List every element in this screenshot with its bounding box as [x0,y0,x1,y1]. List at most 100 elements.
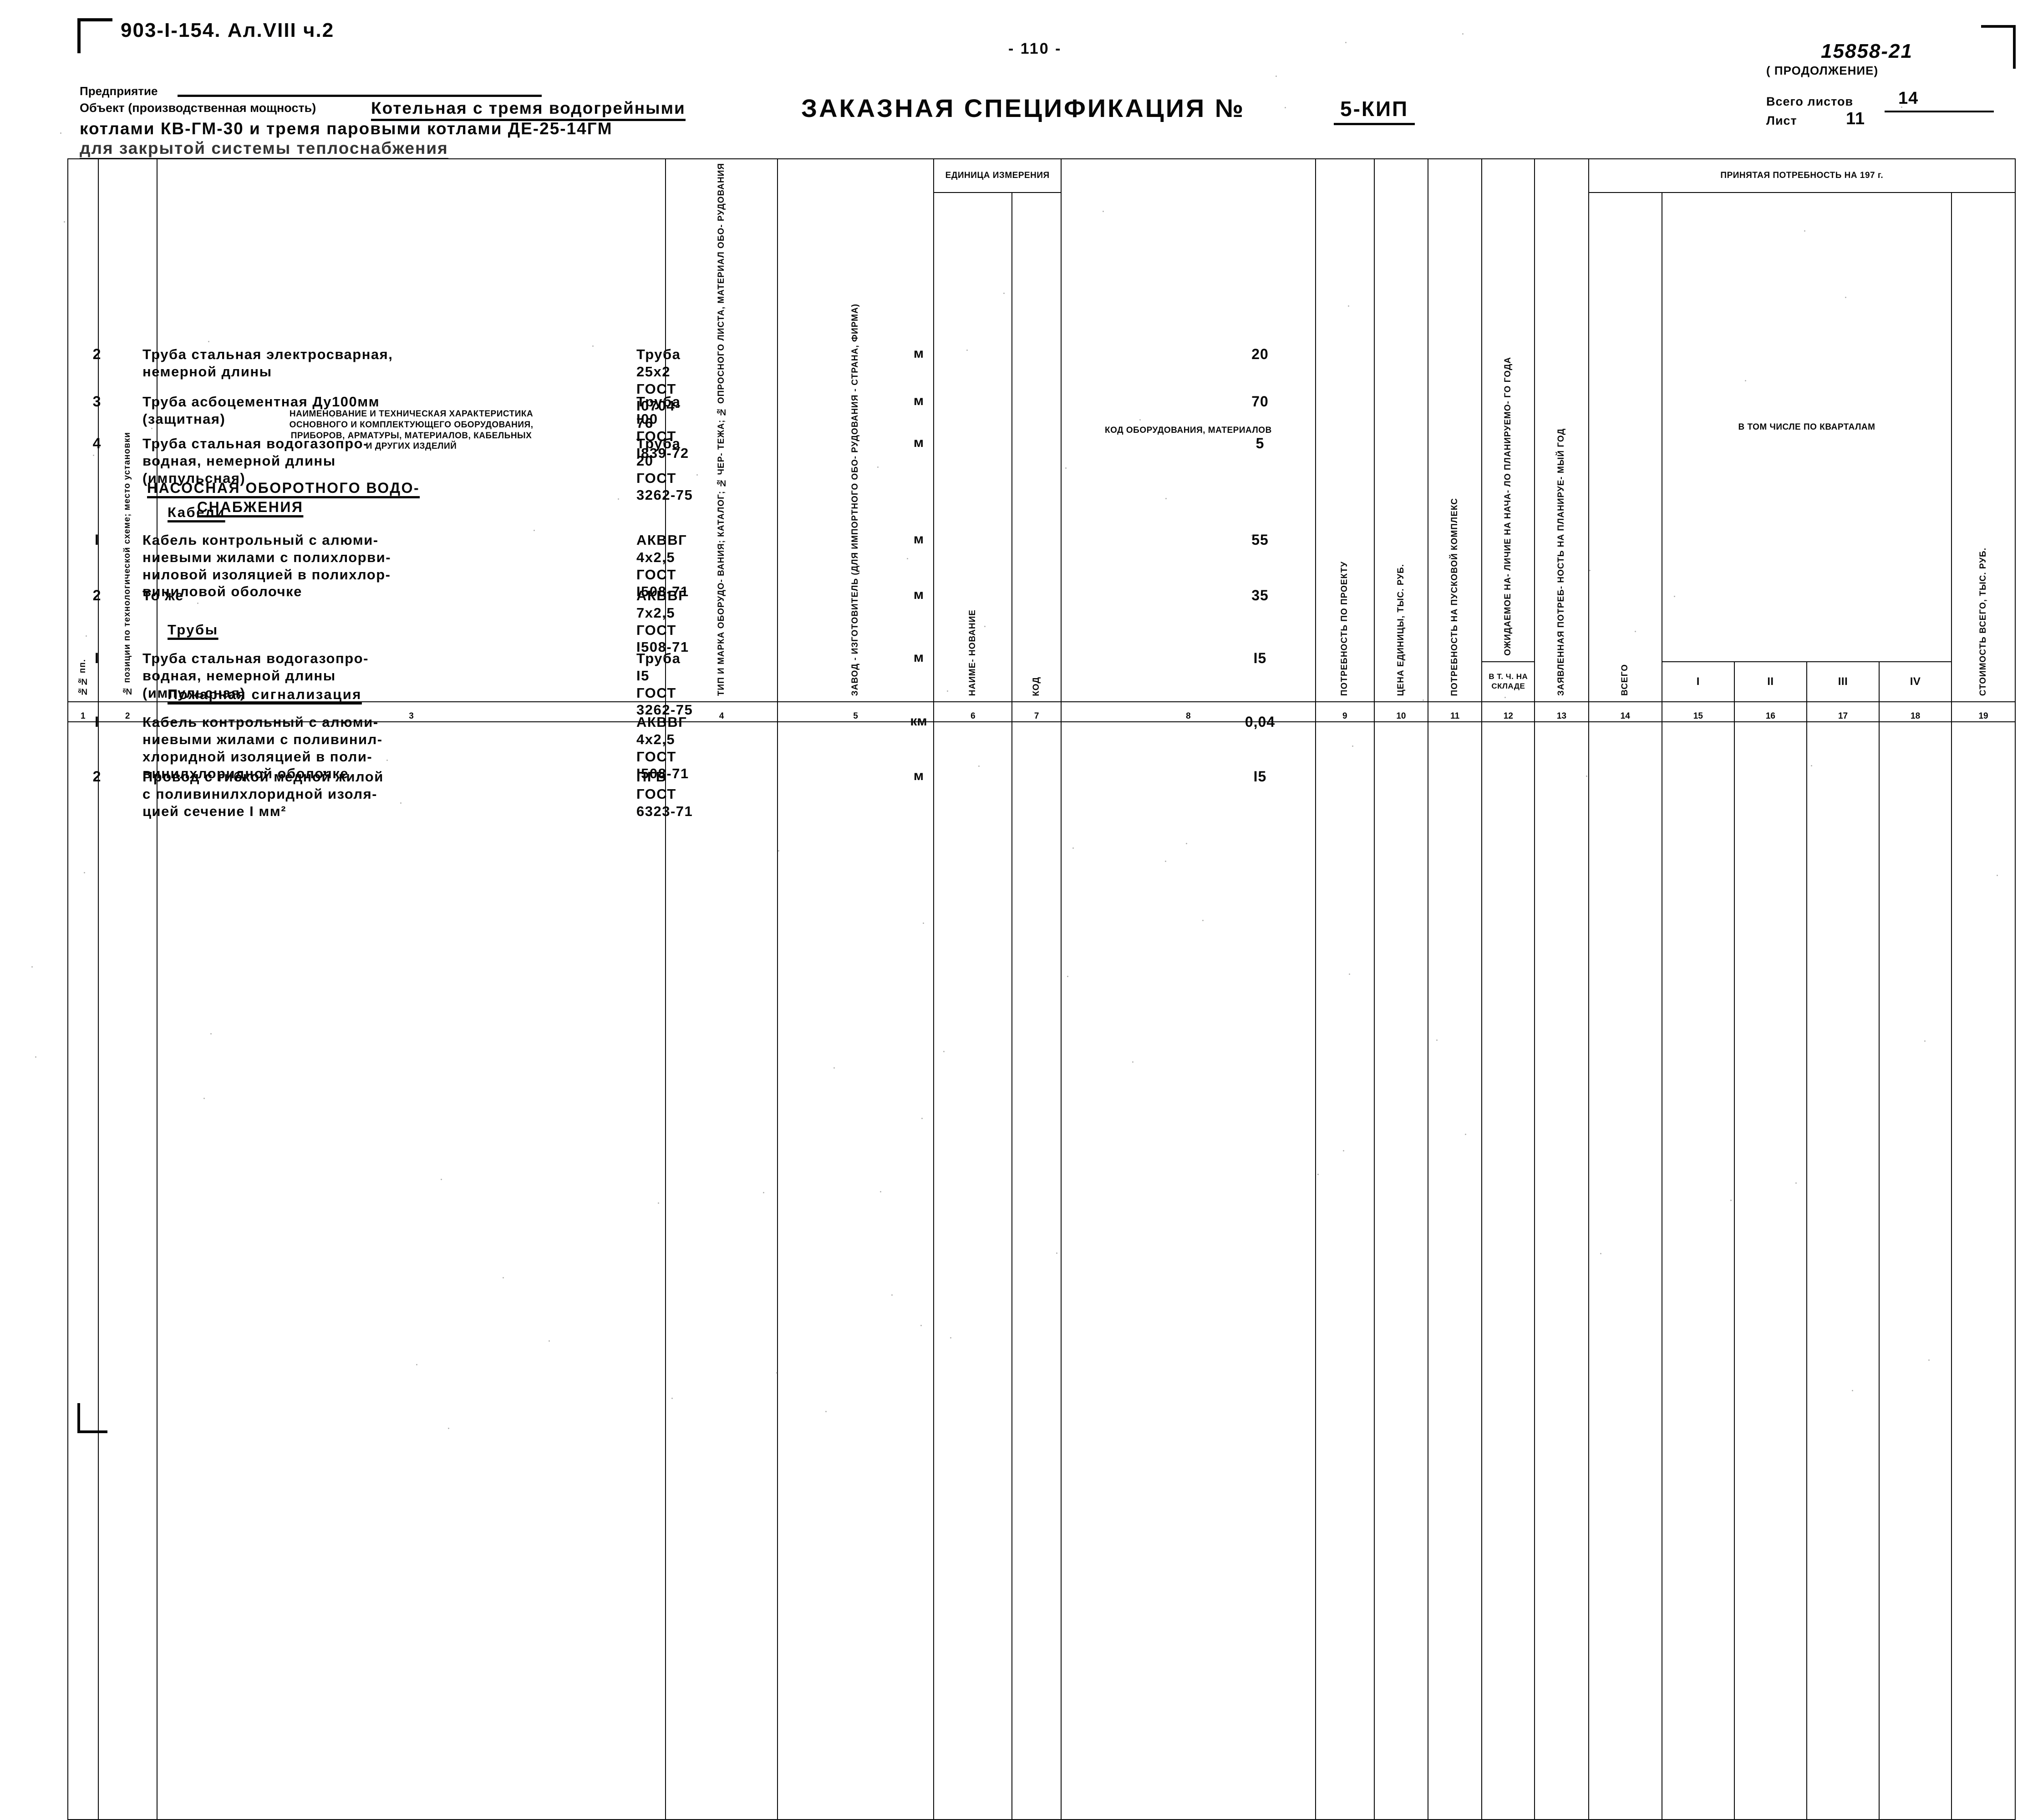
scan-artifact [1285,107,1286,108]
row-unit: м [882,768,955,784]
scan-artifact [448,1428,449,1429]
registration-number: 15858-21 [1821,40,1913,63]
row-quantity: 20 [1215,346,1306,363]
scan-artifact [1067,976,1068,977]
document-code: 903-I-154. Ал.VIII ч.2 [121,19,334,42]
scan-artifact [1436,1039,1438,1041]
scan-artifact [921,1118,923,1119]
corner-mark-top-left [77,18,112,53]
scan-artifact [1997,875,1998,876]
scan-artifact [943,1051,945,1052]
scan-artifact [763,1192,764,1193]
row-unit: м [882,532,955,547]
scan-artifact [984,626,986,627]
row-unit: м [882,435,955,451]
enterprise-label: Предприятие [80,84,158,98]
continuation-note: ( ПРОДОЛЖЕНИЕ) [1766,64,1878,78]
scan-artifact [1901,106,1902,108]
scan-artifact [923,923,924,924]
row-quantity: 0,04 [1215,714,1306,730]
corner-mark-top-right [1981,25,2016,69]
scan-artifact [208,341,209,342]
row-type-mark: АКВВГ 7х2,5 ГОСТ I508-71 [636,587,864,656]
row-quantity: 35 [1215,587,1306,604]
scan-artifact [35,1056,36,1058]
scan-artifact [1165,498,1167,499]
scan-artifact [400,802,401,804]
row-item-number: 2 [67,346,127,363]
scan-artifact [31,966,33,968]
row-quantity: I5 [1215,768,1306,785]
document-page: 903-I-154. Ал.VIII ч.2 - 110 - 15858-21 … [0,0,2043,1451]
scan-artifact [966,350,968,351]
scan-artifact [386,760,388,761]
row-description: Труба стальная электросварная, немерной д… [142,346,625,380]
scan-artifact [1589,570,1591,571]
scan-artifact [151,428,152,429]
row-type-mark: Труба I5 ГОСТ 3262-75 [636,650,864,719]
object-value-line2: котлами КВ-ГМ-30 и тремя паровыми котлам… [80,119,613,138]
row-item-number: 2 [67,768,127,785]
total-sheets-label: Всего листов [1766,95,1853,109]
scan-artifact [441,1179,442,1180]
scan-artifact [1202,920,1204,921]
scan-artifact [907,558,908,559]
total-sheets-value: 14 [1898,89,1918,108]
scan-artifact [1343,1150,1344,1151]
scan-artifact [849,107,850,108]
row-unit: м [882,650,955,665]
scan-artifact [671,1398,673,1399]
scan-artifact [950,1337,951,1338]
row-unit: м [882,346,955,361]
scan-artifact [1165,861,1166,862]
row-type-mark: Труба 20 ГОСТ 3262-75 [636,435,864,504]
row-quantity: 5 [1215,435,1306,452]
row-item-number: 3 [67,393,127,410]
row-item-number: 4 [67,435,127,452]
row-description: Провод с гибкой медной жилой с поливинилх… [142,768,625,820]
scan-artifact [1251,535,1253,536]
scan-artifact [978,766,980,767]
row-item-number: I [67,714,127,730]
scan-artifact [1276,76,1277,77]
row-type-mark: ПГВ ГОСТ 6323-71 [636,768,864,820]
subsection-header: Пожарная сигнализация [168,686,668,703]
subsection-header: Кабели [168,504,668,521]
scan-artifact [920,1325,922,1326]
page-title: ЗАКАЗНАЯ СПЕЦИФИКАЦИЯ № [801,93,1245,123]
scan-artifact [696,474,698,476]
row-item-number: 2 [67,587,127,604]
scan-artifact [1462,33,1464,35]
enterprise-fill-rule [178,95,542,97]
scan-artifact [592,345,594,347]
scan-artifact [618,498,619,500]
scan-artifact [64,221,65,223]
scan-artifact [1504,697,1506,698]
page-number: - 110 - [1008,40,1062,58]
row-description: То же [142,587,625,604]
scan-artifact [332,416,334,418]
scan-artifact [1635,631,1636,632]
scan-artifact [60,132,61,134]
sheet-value: 11 [1846,109,1865,129]
specification-number: 5-КИП [1334,96,1415,125]
object-value-line3: для закрытой системы теплоснабжения [80,139,448,160]
sheet-label: Лист [1766,114,1797,128]
row-description: Труба асбоцементная Ду100мм (защитная) [142,393,625,428]
col-head-accepted-need-group: ПРИНЯТАЯ ПОТРЕБНОСТЬ НА 197 г. [1589,159,2015,193]
scan-artifact [1600,1253,1601,1254]
object-value-line1: Котельная с тремя водогрейными [371,99,686,121]
scan-artifact [1139,419,1141,421]
scan-artifact [880,1191,881,1192]
table-data-layer: 2 Труба стальная электросварная, немерной … [67,346,2016,1443]
total-sheets-rule [1885,111,1994,112]
row-quantity: I5 [1215,650,1306,667]
scan-artifact [1003,293,1005,294]
row-item-number: I [67,650,127,667]
row-unit: м [882,393,955,409]
row-item-number: I [67,532,127,548]
object-label: Объект (производственная мощность) [80,101,316,115]
row-unit: м [882,587,955,603]
row-unit: км [882,714,955,729]
scan-artifact [503,1277,504,1278]
